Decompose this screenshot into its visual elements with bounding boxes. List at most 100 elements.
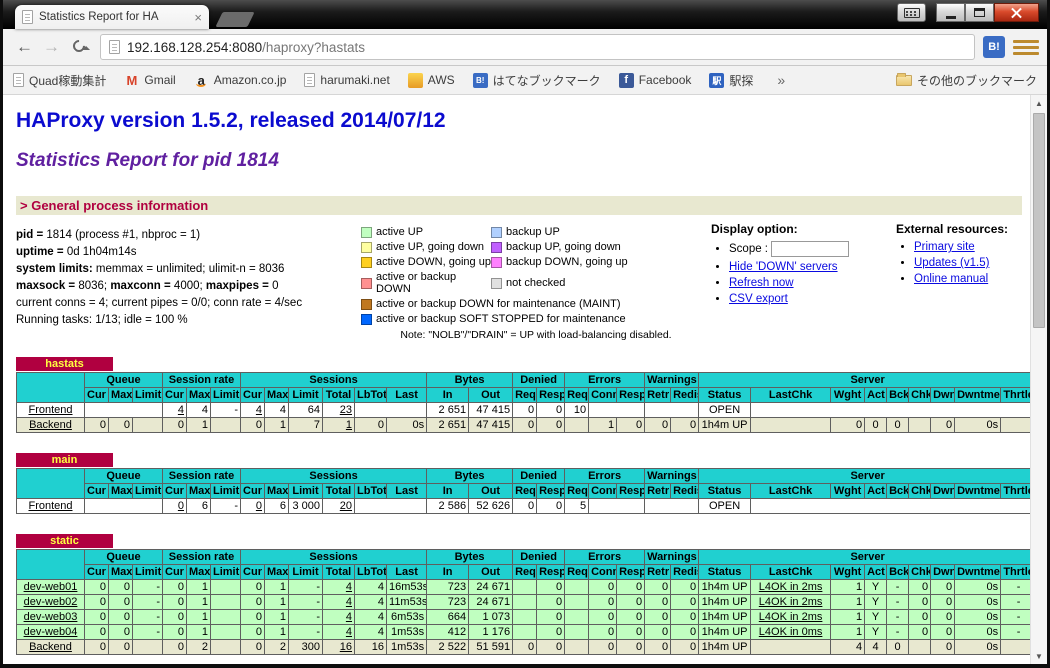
stat-cell	[513, 595, 537, 610]
legend-color-box	[361, 257, 372, 268]
stat-cell: 0	[887, 640, 909, 655]
stat-cell: -	[289, 580, 323, 595]
stat-cell	[211, 595, 241, 610]
stat-cell: OPEN	[699, 403, 751, 418]
minimize-button[interactable]	[936, 3, 965, 22]
stat-cell: 0	[617, 640, 645, 655]
page-title-link[interactable]: HAProxy version 1.5.2, released 2014/07/…	[16, 109, 1022, 133]
external-resource-link[interactable]: Updates (v1.5)	[914, 257, 989, 269]
column-header: LastChk	[751, 565, 831, 580]
url-text: 192.168.128.254:8080/haproxy?hastats	[127, 40, 365, 55]
legend-color-box	[361, 299, 372, 310]
bookmark-item[interactable]: harumaki.net	[304, 73, 389, 87]
new-tab-button[interactable]	[215, 12, 254, 27]
column-group-header: Errors	[565, 469, 645, 484]
address-bar[interactable]: 192.168.128.254:8080/haproxy?hastats	[100, 34, 975, 60]
legend-item: active or backup DOWN	[361, 271, 491, 295]
row-name[interactable]: dev-web02	[17, 595, 85, 610]
row-name[interactable]: Backend	[17, 640, 85, 655]
stat-cell: 0	[163, 580, 187, 595]
bookmark-item[interactable]: MGmail	[124, 73, 175, 88]
stat-cell	[85, 403, 163, 418]
row-name[interactable]: Frontend	[17, 499, 85, 514]
other-bookmarks-folder[interactable]: その他のブックマーク	[896, 72, 1037, 89]
doc-icon	[304, 73, 315, 87]
stat-cell: 1	[831, 595, 865, 610]
scroll-up-button[interactable]: ▲	[1031, 95, 1047, 111]
stat-cell: 0	[241, 595, 265, 610]
row-name[interactable]: dev-web04	[17, 625, 85, 640]
stat-cell: -	[289, 610, 323, 625]
stat-cell: 1	[265, 625, 289, 640]
column-header: Chk	[909, 565, 931, 580]
page-scrollbar[interactable]: ▲ ▼	[1030, 95, 1047, 664]
back-button[interactable]: ←	[11, 37, 38, 57]
scrollbar-thumb[interactable]	[1033, 113, 1045, 328]
column-header: Retr	[645, 484, 671, 499]
stat-cell: 0	[645, 595, 671, 610]
bookmark-item[interactable]: AWS	[408, 73, 455, 88]
bookmark-label: Facebook	[639, 73, 692, 87]
bookmarks-overflow-chevron[interactable]: »	[777, 72, 785, 88]
menu-button[interactable]	[1013, 36, 1039, 58]
external-resource-item: Online manual	[914, 273, 1022, 285]
stat-cell: 0	[537, 418, 565, 433]
stat-cell	[565, 610, 589, 625]
stat-cell: 0	[537, 625, 565, 640]
row-name[interactable]: dev-web03	[17, 610, 85, 625]
stat-cell: 0	[109, 610, 133, 625]
close-button[interactable]	[994, 3, 1039, 22]
stat-cell	[133, 418, 163, 433]
display-option-link[interactable]: Refresh now	[729, 277, 794, 289]
display-option-item: Refresh now	[729, 277, 896, 289]
column-header: Dwn	[931, 565, 955, 580]
row-name[interactable]: Backend	[17, 418, 85, 433]
reload-button[interactable]	[65, 37, 92, 57]
column-header: Status	[699, 484, 751, 499]
bookmark-label: 駅探	[729, 72, 753, 89]
column-header: Chk	[909, 484, 931, 499]
bookmark-item[interactable]: Quad稼動集計	[13, 72, 106, 89]
stat-cell: 0	[537, 499, 565, 514]
forward-button[interactable]: →	[38, 37, 65, 57]
column-header: Last	[387, 388, 427, 403]
column-header: Bck	[887, 484, 909, 499]
stat-cell: 0s	[955, 640, 1001, 655]
stats-grid: QueueSession rateSessionsBytesDeniedErro…	[16, 549, 1030, 655]
scope-input[interactable]	[771, 241, 849, 257]
bookmark-item[interactable]: fFacebook	[619, 73, 692, 88]
external-resource-link[interactable]: Online manual	[914, 273, 988, 285]
column-header: Bck	[887, 388, 909, 403]
column-header: LastChk	[751, 388, 831, 403]
browser-tab[interactable]: Statistics Report for HA ×	[15, 5, 209, 29]
hatena-extension-button[interactable]: B!	[983, 36, 1005, 58]
stat-cell: 0	[617, 625, 645, 640]
bookmark-item[interactable]: 駅駅探	[709, 72, 753, 89]
corner-cell	[17, 373, 85, 403]
column-group-header: Sessions	[241, 373, 427, 388]
display-option-link[interactable]: Hide 'DOWN' servers	[729, 261, 838, 273]
stat-cell: 4	[163, 403, 187, 418]
stat-cell	[211, 625, 241, 640]
column-header: Dwntme	[955, 388, 1001, 403]
external-resource-link[interactable]: Primary site	[914, 241, 975, 253]
scroll-down-button[interactable]: ▼	[1031, 648, 1047, 664]
column-header: Conn	[589, 484, 617, 499]
stat-cell: 0	[671, 610, 699, 625]
column-header: Limit	[133, 565, 163, 580]
stat-cell: 0s	[955, 625, 1001, 640]
column-header: Total	[323, 484, 355, 499]
keyboard-button[interactable]	[897, 3, 926, 22]
stat-cell: 4	[355, 595, 387, 610]
display-option-link[interactable]: CSV export	[729, 293, 788, 305]
column-header: LastChk	[751, 484, 831, 499]
row-name[interactable]: Frontend	[17, 403, 85, 418]
tab-close-icon[interactable]: ×	[194, 11, 202, 24]
row-name[interactable]: dev-web01	[17, 580, 85, 595]
stat-cell: 0	[931, 418, 955, 433]
maximize-button[interactable]	[965, 3, 994, 22]
stat-cell	[211, 640, 241, 655]
bookmark-item[interactable]: B!はてなブックマーク	[473, 72, 601, 89]
bookmark-item[interactable]: aAmazon.co.jp	[194, 73, 287, 88]
stat-cell: 16	[323, 640, 355, 655]
